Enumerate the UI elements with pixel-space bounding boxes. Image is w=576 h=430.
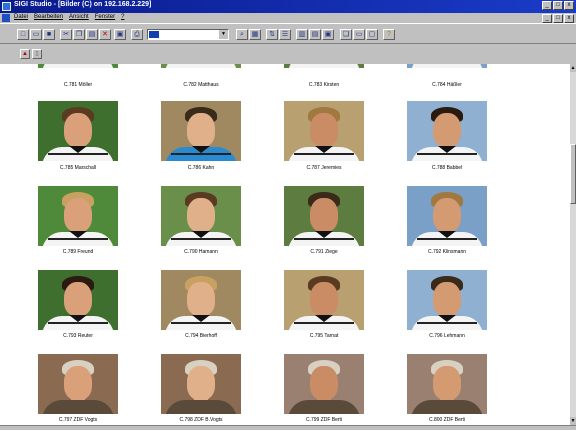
thumbnail-caption: C.783 Kirsten [308, 82, 340, 88]
menu-ansicht[interactable]: Ansicht [69, 14, 89, 20]
thumbnail-photo[interactable] [284, 186, 364, 246]
print-icon[interactable]: ⎙ [131, 29, 143, 40]
thumbnail-grid: C.781 Möller C.782 Matthaus C.783 Kirsten C… [0, 64, 570, 425]
thumbnail-photo[interactable] [38, 270, 118, 330]
cut-icon[interactable]: ✂ [60, 29, 72, 40]
maximize-button[interactable]: □ [553, 1, 563, 10]
title-bar: SIGI Studio - [Bilder (C) on 192.168.2.2… [0, 0, 576, 13]
thumbnail-caption: C.787 Jeremies [306, 165, 342, 171]
copy-icon[interactable]: ❐ [73, 29, 85, 40]
thumbnail-photo[interactable] [161, 186, 241, 246]
thumbnail-caption: C.794 Bierhoff [185, 333, 217, 339]
thumbnail-photo[interactable] [407, 64, 487, 68]
tile-view-icon[interactable]: ▣ [322, 29, 334, 40]
app-icon[interactable] [2, 2, 11, 11]
image-view-icon[interactable]: ▦ [249, 29, 261, 40]
window-tile-icon[interactable]: ▭ [353, 29, 365, 40]
thumbnail-caption: C.798 ZDF B.Vogts [179, 417, 223, 423]
thumbnail-photo[interactable] [38, 354, 118, 414]
thumbnail-caption: C.791 Ziege [310, 249, 338, 255]
thumbnail-caption: C.789 Freund [62, 249, 94, 255]
thumbnail-photo[interactable] [407, 270, 487, 330]
delete-icon[interactable]: ✕ [99, 29, 111, 40]
mdi-restore-button[interactable]: □ [553, 14, 563, 23]
documents-tab-icon[interactable]: ▯ [32, 49, 42, 59]
menu-bar: Datei Bearbeiten Ansicht Fenster ? _ □ x [0, 13, 576, 23]
sort-icon[interactable]: ⇅ [266, 29, 278, 40]
list-view-icon[interactable]: ☰ [279, 29, 291, 40]
save-icon[interactable]: ■ [43, 29, 55, 40]
thumbnail-caption: C.781 Möller [63, 82, 93, 88]
view-tab-bar: ▲ ▯ [0, 44, 576, 64]
thumbnail-photo[interactable] [38, 186, 118, 246]
scrollbar-thumb[interactable] [570, 144, 576, 204]
thumbnail-photo[interactable] [284, 270, 364, 330]
thumbnail-caption: C.799 ZDF Berti [305, 417, 343, 423]
thumbnail-photo[interactable] [284, 354, 364, 414]
mdi-close-button[interactable]: x [564, 14, 574, 23]
help-icon[interactable]: ? [383, 29, 395, 40]
document-icon[interactable] [2, 14, 10, 22]
thumbnail-caption: C.788 Babbel [431, 165, 463, 171]
thumbnail-caption: C.782 Matthaus [183, 82, 219, 88]
thumbnail-photo[interactable] [407, 186, 487, 246]
window-title: SIGI Studio - [Bilder (C) on 192.168.2.2… [14, 1, 152, 8]
close-button[interactable]: x [564, 1, 574, 10]
thumbnail-photo[interactable] [407, 354, 487, 414]
thumbnail-photo[interactable] [161, 270, 241, 330]
open-icon[interactable]: ▭ [30, 29, 42, 40]
thumbnail-caption: C.800 ZDF Berti [428, 417, 466, 423]
menu-fenster[interactable]: Fenster [95, 14, 115, 20]
scroll-down-icon[interactable]: ▼ [570, 417, 576, 425]
thumbnail-photo[interactable] [161, 354, 241, 414]
scroll-up-icon[interactable]: ▲ [570, 64, 576, 72]
thumbnail-caption: C.796 Lehmann [429, 333, 465, 339]
thumbnail-caption: C.790 Hamann [184, 249, 218, 255]
thumbnail-caption: C.792 Klinsmann [427, 249, 467, 255]
window-cascade-icon[interactable]: ❏ [340, 29, 352, 40]
columns-view-icon[interactable]: ▤ [309, 29, 321, 40]
mdi-minimize-button[interactable]: _ [542, 14, 552, 23]
thumbnail-photo[interactable] [161, 101, 241, 161]
thumbnail-photo[interactable] [284, 64, 364, 68]
toolbar: □ ▭ ■ ✂ ❐ ▤ ✕ ▣ ⎙ ▼ ⌕ ▦ ⇅ ☰ ▥ ▤ ▣ ❏ ▭ ▢ … [0, 23, 576, 44]
thumbnail-caption: C.785 Marschall [59, 165, 97, 171]
thumbnail-caption: C.793 Reuter [63, 333, 93, 339]
new-icon[interactable]: □ [17, 29, 29, 40]
menu-bearbeiten[interactable]: Bearbeiten [34, 14, 63, 20]
minimize-button[interactable]: _ [542, 1, 552, 10]
view-combo[interactable]: ▼ [147, 29, 229, 40]
thumbnail-photo[interactable] [38, 101, 118, 161]
thumbnail-photo[interactable] [407, 101, 487, 161]
status-bar [0, 425, 576, 430]
thumbnail-photo[interactable] [38, 64, 118, 68]
properties-icon[interactable]: ▣ [114, 29, 126, 40]
thumbnail-caption: C.786 Kahn [187, 165, 215, 171]
menu-datei[interactable]: Datei [14, 14, 28, 20]
thumbnail-caption: C.784 Häßler [432, 82, 462, 88]
images-tab-icon[interactable]: ▲ [20, 49, 30, 59]
binoculars-icon[interactable]: ⌕ [236, 29, 248, 40]
window-arrange-icon[interactable]: ▢ [366, 29, 378, 40]
vertical-scrollbar[interactable]: ▲ ▼ [570, 64, 576, 425]
thumbnail-photo[interactable] [284, 101, 364, 161]
chevron-down-icon[interactable]: ▼ [219, 30, 228, 39]
thumbnail-caption: C.797 ZDF Vogts [58, 417, 98, 423]
paste-icon[interactable]: ▤ [86, 29, 98, 40]
thumbnail-caption: C.795 Tarnat [309, 333, 339, 339]
menu-help[interactable]: ? [121, 14, 124, 20]
combo-selected [149, 31, 159, 38]
details-view-icon[interactable]: ▥ [296, 29, 308, 40]
thumbnail-photo[interactable] [161, 64, 241, 68]
